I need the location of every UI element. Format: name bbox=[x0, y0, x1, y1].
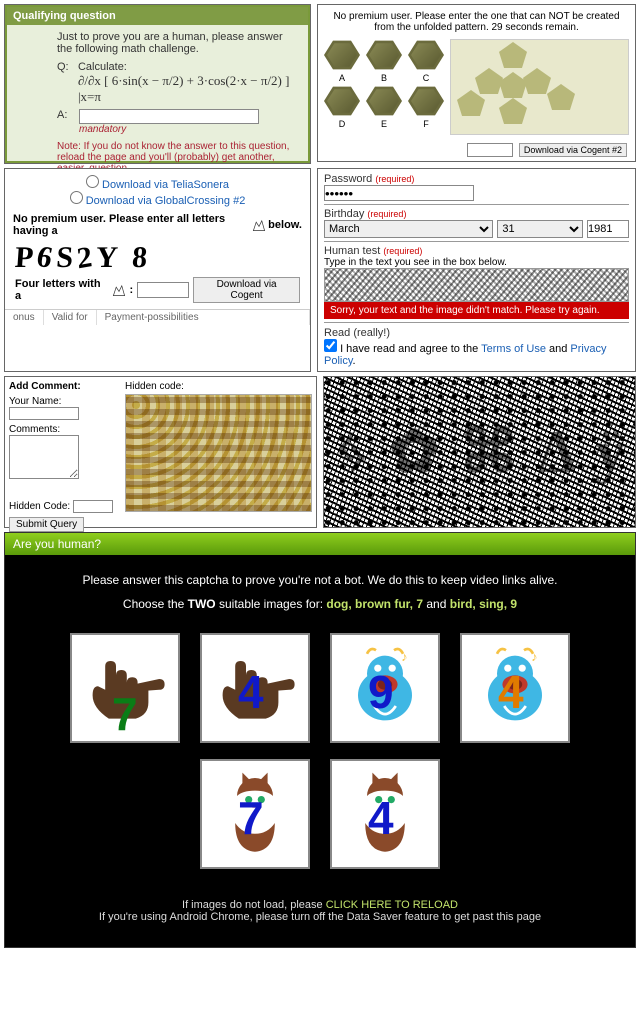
captcha-tile-hand-7[interactable]: 7 bbox=[70, 633, 180, 743]
add-comment-panel: Add Comment: Your Name: Comments: Hidden… bbox=[4, 376, 317, 528]
table-header: onus Valid for Payment-possibilities bbox=[5, 309, 310, 325]
captcha-tile-bird-9[interactable]: ♪ 9 bbox=[330, 633, 440, 743]
ayh-header: Are you human? bbox=[5, 533, 635, 555]
fox-captcha-panel: Download via TeliaSonera Download via Gl… bbox=[4, 168, 311, 372]
comments-textarea[interactable] bbox=[9, 435, 79, 479]
agree-checkbox[interactable]: I have read and agree to the Terms of Us… bbox=[324, 343, 606, 367]
birthday-month-select[interactable]: March bbox=[324, 220, 493, 238]
signup-panel: Password (required) Birthday (required) … bbox=[317, 168, 636, 372]
radio-globalcrossing[interactable]: Download via GlobalCrossing #2 bbox=[5, 191, 310, 207]
your-name-input[interactable] bbox=[9, 407, 79, 420]
captcha-tile-cat-4[interactable]: 4 bbox=[330, 759, 440, 869]
reload-link[interactable]: CLICK HERE TO RELOAD bbox=[326, 899, 458, 911]
hidden-code-input[interactable] bbox=[73, 500, 113, 513]
q-text: Calculate: bbox=[78, 61, 298, 73]
answer-input[interactable] bbox=[79, 109, 259, 124]
svg-text:♪: ♪ bbox=[531, 650, 537, 664]
captcha-tile-cat-7[interactable]: 7 bbox=[200, 759, 310, 869]
unfold-answer-input[interactable] bbox=[467, 143, 513, 157]
ayh-line1: Please answer this captcha to prove you'… bbox=[15, 573, 625, 587]
hex-option-b[interactable] bbox=[366, 39, 402, 71]
password-input[interactable] bbox=[324, 185, 474, 201]
fox-instruction: No premium user. Please enter all letter… bbox=[13, 213, 250, 237]
are-you-human-panel: Are you human? Please answer this captch… bbox=[4, 532, 636, 948]
math-expression: ∂/∂x [ 6·sin(x − π/2) + 3·cos(2·x − π/2)… bbox=[78, 73, 298, 105]
terms-link[interactable]: Terms of Use bbox=[481, 343, 546, 355]
captcha-error: Sorry, your text and the image didn't ma… bbox=[324, 302, 629, 319]
fox-answer-input[interactable] bbox=[137, 282, 189, 298]
download-cogent2-button[interactable]: Download via Cogent #2 bbox=[519, 143, 627, 157]
hex-option-c[interactable] bbox=[408, 39, 444, 71]
birthday-day-select[interactable]: 31 bbox=[497, 220, 583, 238]
distorted-text: P6S2Y 8 bbox=[4, 241, 311, 275]
stereogram-image bbox=[125, 394, 312, 512]
hex-option-a[interactable] bbox=[324, 39, 360, 71]
qualifying-intro: Just to prove you are a human, please an… bbox=[57, 31, 298, 55]
unfolded-pattern bbox=[450, 39, 629, 135]
fox-icon bbox=[252, 218, 266, 232]
qualifying-header: Qualifying question bbox=[7, 7, 308, 25]
unfold-prompt: No premium user. Please enter the one th… bbox=[324, 11, 629, 33]
hex-option-f[interactable] bbox=[408, 85, 444, 117]
qualifying-question-panel: Qualifying question Just to prove you ar… bbox=[4, 4, 311, 164]
svg-text:♪: ♪ bbox=[401, 650, 407, 664]
ayh-line2: Choose the TWO suitable images for: dog,… bbox=[15, 597, 625, 611]
hex-option-e[interactable] bbox=[366, 85, 402, 117]
captcha-tile-bird-4[interactable]: ♪ 4 bbox=[460, 633, 570, 743]
download-cogent-button[interactable]: Download via Cogent bbox=[193, 277, 300, 303]
q-label: Q: bbox=[57, 61, 70, 105]
fox-icon bbox=[112, 283, 126, 297]
human-test-hint: Type in the text you see in the box belo… bbox=[324, 257, 629, 268]
captcha-noise-image bbox=[324, 268, 629, 302]
unfold-captcha-panel: No premium user. Please enter the one th… bbox=[317, 4, 636, 162]
captcha-tile-hand-4[interactable]: 4 bbox=[200, 633, 310, 743]
mandatory-label: mandatory bbox=[79, 124, 298, 135]
hex-option-d[interactable] bbox=[324, 85, 360, 117]
a-label: A: bbox=[57, 109, 71, 124]
birthday-year-input[interactable] bbox=[587, 220, 629, 238]
submit-query-button[interactable]: Submit Query bbox=[9, 517, 84, 532]
radio-teliasonera[interactable]: Download via TeliaSonera bbox=[5, 175, 310, 191]
noise-glyph-captcha: ᛃ ✿ ⌘ Δ ÿ bbox=[323, 376, 636, 528]
